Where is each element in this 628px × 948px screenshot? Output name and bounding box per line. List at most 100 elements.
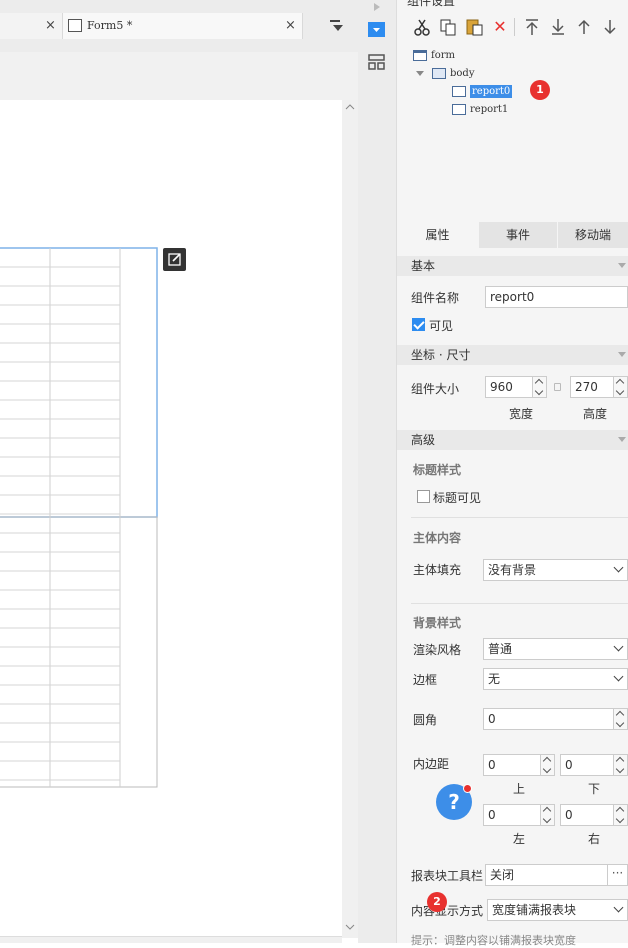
radius-input[interactable]: 0 [483,708,628,730]
height-input[interactable]: 270 [570,376,628,398]
side-icon-strip [358,0,397,943]
tab-mobile[interactable]: 移动端 [558,222,628,248]
report-node-icon [452,104,466,115]
canvas-vertical-scrollbar[interactable] [342,100,358,938]
tab-close-icon[interactable]: × [285,19,296,32]
panel-title: 组件设置 [407,0,456,8]
edit-report-icon[interactable] [163,248,186,271]
section-coords-header[interactable]: 坐标 · 尺寸 [397,345,628,365]
padding-right-stepper[interactable] [613,805,627,825]
report-toolbar-label: 报表块工具栏 [411,869,484,883]
annotation-badge-1: 1 [530,80,550,100]
section-basic-header[interactable]: 基本 [397,256,628,276]
padding-top-input[interactable]: 0 [483,754,555,776]
title-visible-label: 标题可见 [433,491,482,505]
design-canvas[interactable] [0,100,342,933]
chevron-down-icon [613,641,624,652]
tree-node-body[interactable]: body [432,66,474,82]
padding-bottom-value: 0 [565,758,573,772]
tree-node-report1[interactable]: report1 [452,102,508,118]
copy-icon[interactable] [438,17,458,37]
content-display-label: 内容显示方式 [411,904,484,918]
padding-left-input[interactable]: 0 [483,804,555,826]
more-options-icon[interactable]: ··· [607,865,627,885]
tab-previous[interactable]: × [0,13,63,39]
padding-left-stepper[interactable] [540,805,554,825]
canvas-horizontal-scrollbar[interactable] [0,936,342,943]
padding-right-input[interactable]: 0 [560,804,628,826]
radius-label: 圆角 [413,713,438,727]
tree-node-report0[interactable]: report0 [452,84,513,100]
body-node-icon [432,68,446,79]
content-display-select[interactable]: 宽度铺满报表块 [487,899,628,921]
report-toolbar-value: 关闭 [490,868,515,882]
chevron-down-icon [618,437,626,442]
divider [411,603,628,604]
tree-node-report0-label: report0 [470,85,513,98]
paste-icon[interactable] [464,17,484,37]
notification-dot [463,784,472,793]
form-node-icon [413,50,427,61]
editor-toolbar-area [0,52,358,100]
move-up-icon[interactable] [574,17,594,37]
bg-style-heading: 背景样式 [413,616,462,630]
padding-left-value: 0 [488,808,496,822]
padding-right-caption: 右 [588,832,601,846]
toolbar-divider [514,18,515,36]
padding-bottom-stepper[interactable] [613,755,627,775]
render-style-value: 普通 [488,642,513,656]
chevron-down-icon [613,562,624,573]
tree-node-form[interactable]: form [413,48,455,64]
section-advanced-header[interactable]: 高级 [397,430,628,450]
report-grid[interactable] [0,100,342,933]
cut-icon[interactable] [412,17,432,37]
title-style-heading: 标题样式 [413,463,462,477]
padding-top-value: 0 [488,758,496,772]
padding-bottom-input[interactable]: 0 [560,754,628,776]
component-size-label: 组件大小 [411,382,460,396]
main-content-heading: 主体内容 [413,531,462,545]
tab-form5-label: Form5 * [87,19,133,32]
padding-label: 内边距 [413,757,450,771]
component-name-label: 组件名称 [411,291,460,305]
report-toolbar-field[interactable]: 关闭 ··· [485,864,628,886]
main-fill-select[interactable]: 没有背景 [483,559,628,581]
padding-left-caption: 左 [513,832,526,846]
move-top-icon[interactable] [522,17,542,37]
tab-menu-icon[interactable] [330,20,344,32]
collapse-arrow-icon[interactable] [370,0,384,11]
component-name-input[interactable]: report0 [485,286,628,308]
lock-ratio-icon[interactable] [554,383,561,391]
radius-stepper[interactable] [613,709,627,729]
title-visible-checkbox[interactable] [417,490,430,503]
height-stepper[interactable] [613,377,627,397]
padding-top-stepper[interactable] [540,755,554,775]
content-display-value: 宽度铺满报表块 [492,903,577,917]
tab-events[interactable]: 事件 [479,222,557,248]
section-basic-title: 基本 [411,259,436,273]
layout-icon[interactable] [368,54,385,70]
tree-expand-icon[interactable] [416,71,424,76]
height-value: 270 [575,380,598,394]
visible-checkbox[interactable] [412,318,425,331]
section-advanced-title: 高级 [411,433,436,447]
tree-node-body-label: body [450,68,475,79]
visible-label: 可见 [429,319,454,333]
height-caption: 高度 [583,407,608,421]
width-input[interactable]: 960 [485,376,547,398]
border-select[interactable]: 无 [483,668,628,690]
chevron-down-icon [618,263,626,268]
main-fill-label: 主体填充 [413,563,462,577]
component-settings-icon[interactable] [368,22,385,37]
tab-close-icon[interactable]: × [45,19,56,32]
delete-icon[interactable]: ✕ [490,17,510,37]
tab-form5[interactable]: Form5 * × [63,13,303,39]
tab-properties[interactable]: 属性 [397,222,478,248]
annotation-badge-2: 2 [427,892,447,912]
render-style-select[interactable]: 普通 [483,638,628,660]
border-value: 无 [488,672,501,686]
width-stepper[interactable] [532,377,546,397]
move-bottom-icon[interactable] [548,17,568,37]
move-down-icon[interactable] [600,17,620,37]
padding-right-value: 0 [565,808,573,822]
